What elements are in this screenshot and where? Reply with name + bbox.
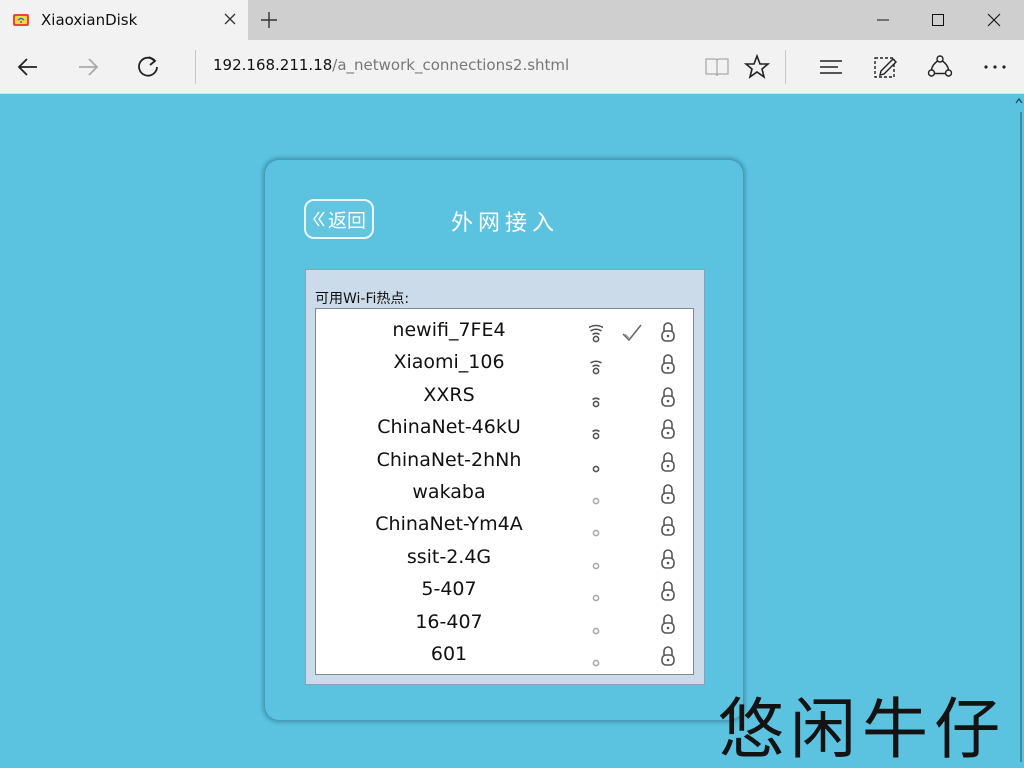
forward-nav-button[interactable] <box>72 51 104 83</box>
wifi-ssid: XXRS <box>423 383 475 406</box>
share-icon <box>927 55 953 77</box>
wifi-ssid: newifi_7FE4 <box>392 319 506 341</box>
maximize-icon <box>932 14 944 26</box>
close-icon <box>987 13 1001 27</box>
double-chevron-left-icon <box>312 210 326 228</box>
wifi-disk-favicon-icon <box>13 14 29 26</box>
wifi-ssid: ChinaNet-Ym4A <box>375 513 523 536</box>
nav-separator <box>195 50 196 84</box>
hub-button[interactable] <box>815 51 847 83</box>
share-button[interactable] <box>924 51 956 83</box>
wifi-signal-icon <box>592 562 600 570</box>
more-dots-icon <box>984 65 1006 69</box>
lock-icon <box>661 484 675 504</box>
minimize-button[interactable] <box>855 0 911 40</box>
nav-separator <box>785 50 786 84</box>
star-icon <box>744 54 770 79</box>
wifi-row[interactable]: 16-407 <box>316 607 693 639</box>
scroll-up-arrow-icon[interactable] <box>1015 97 1023 105</box>
wifi-signal-icon <box>592 659 600 667</box>
wifi-ssid: wakaba <box>412 481 486 503</box>
wifi-signal-icon <box>588 324 604 343</box>
lock-icon <box>661 549 675 569</box>
wifi-row[interactable]: ChinaNet-46kU <box>316 412 693 444</box>
wifi-signal-icon <box>592 627 600 634</box>
back-button-label: 返回 <box>327 209 366 232</box>
more-button[interactable] <box>979 51 1011 83</box>
lock-icon <box>661 646 675 666</box>
back-nav-button[interactable] <box>12 51 44 83</box>
wifi-list[interactable]: newifi_7FE4 Xiaomi_106 XXRS ChinaNet-46kU Ch… <box>315 308 694 675</box>
wifi-signal-icon <box>592 497 600 505</box>
wifi-ssid: 16-407 <box>415 610 483 633</box>
arrow-left-icon <box>17 58 37 76</box>
wifi-list-label: 可用Wi-Fi热点: <box>315 291 410 307</box>
wifi-row[interactable]: XXRS <box>316 380 693 412</box>
wifi-row[interactable]: ChinaNet-2hNh <box>316 445 693 477</box>
wifi-row[interactable]: Xiaomi_106 <box>316 347 693 379</box>
wifi-row[interactable]: 5-407 <box>316 574 693 606</box>
tab-title: XiaoxianDisk <box>41 11 138 29</box>
address-bar[interactable]: 192.168.211.18/a_network_connections2.sh… <box>213 56 569 74</box>
arrow-right-icon <box>79 58 99 76</box>
navigation-bar: 192.168.211.18/a_network_connections2.sh… <box>0 40 1024 94</box>
lock-icon <box>661 613 675 634</box>
web-note-icon <box>874 57 897 78</box>
refresh-icon <box>138 56 158 77</box>
refresh-button[interactable] <box>132 51 164 83</box>
maximize-button[interactable] <box>910 0 966 40</box>
browser-tab[interactable]: XiaoxianDisk <box>0 0 248 40</box>
lock-icon <box>661 581 675 601</box>
hub-lines-icon <box>820 60 842 74</box>
page-title: 外网接入 <box>450 211 559 236</box>
back-button[interactable]: 返回 <box>304 199 374 239</box>
wifi-signal-icon <box>592 594 600 602</box>
wifi-row[interactable]: wakaba <box>316 477 693 509</box>
lock-icon <box>661 451 675 472</box>
reading-view-button[interactable] <box>701 51 733 83</box>
web-note-button[interactable] <box>869 51 901 83</box>
close-window-button[interactable] <box>966 0 1022 40</box>
wifi-row[interactable]: newifi_7FE4 <box>316 315 693 347</box>
lock-icon <box>661 419 675 439</box>
wifi-signal-icon <box>592 465 600 472</box>
wifi-ssid: ChinaNet-46kU <box>377 416 521 439</box>
wifi-ssid: 5-407 <box>421 578 477 601</box>
wifi-signal-icon <box>592 429 600 440</box>
new-tab-plus-icon[interactable] <box>259 10 279 30</box>
wifi-row[interactable]: ssit-2.4G <box>316 542 693 574</box>
lock-icon <box>661 516 675 537</box>
wifi-signal-icon <box>592 397 600 408</box>
wifi-row[interactable]: 601 <box>316 639 693 671</box>
vertical-scrollbar[interactable] <box>1014 94 1024 768</box>
url-path: /a_network_connections2.shtml <box>332 56 570 74</box>
watermark: 悠闲牛仔 <box>718 691 1006 768</box>
wifi-signal-icon <box>590 360 602 375</box>
wifi-row[interactable]: ChinaNet-Ym4A <box>316 509 693 541</box>
wifi-ssid: Xiaomi_106 <box>393 351 505 374</box>
book-icon <box>705 58 729 77</box>
close-tab-icon[interactable] <box>222 11 238 27</box>
lock-icon <box>661 322 675 342</box>
favorite-button[interactable] <box>741 51 773 83</box>
minimize-icon <box>877 19 889 21</box>
wifi-ssid: 601 <box>430 643 468 665</box>
scrollbar-thumb[interactable] <box>1020 112 1022 762</box>
url-host: 192.168.211.18 <box>213 56 333 74</box>
wifi-ssid: ssit-2.4G <box>406 545 492 568</box>
connected-check-icon <box>622 324 642 342</box>
wifi-signal-icon <box>592 529 600 537</box>
lock-icon <box>661 387 675 407</box>
lock-icon <box>661 354 675 375</box>
title-bar: XiaoxianDisk <box>0 0 1024 40</box>
wifi-ssid: ChinaNet-2hNh <box>376 448 522 471</box>
